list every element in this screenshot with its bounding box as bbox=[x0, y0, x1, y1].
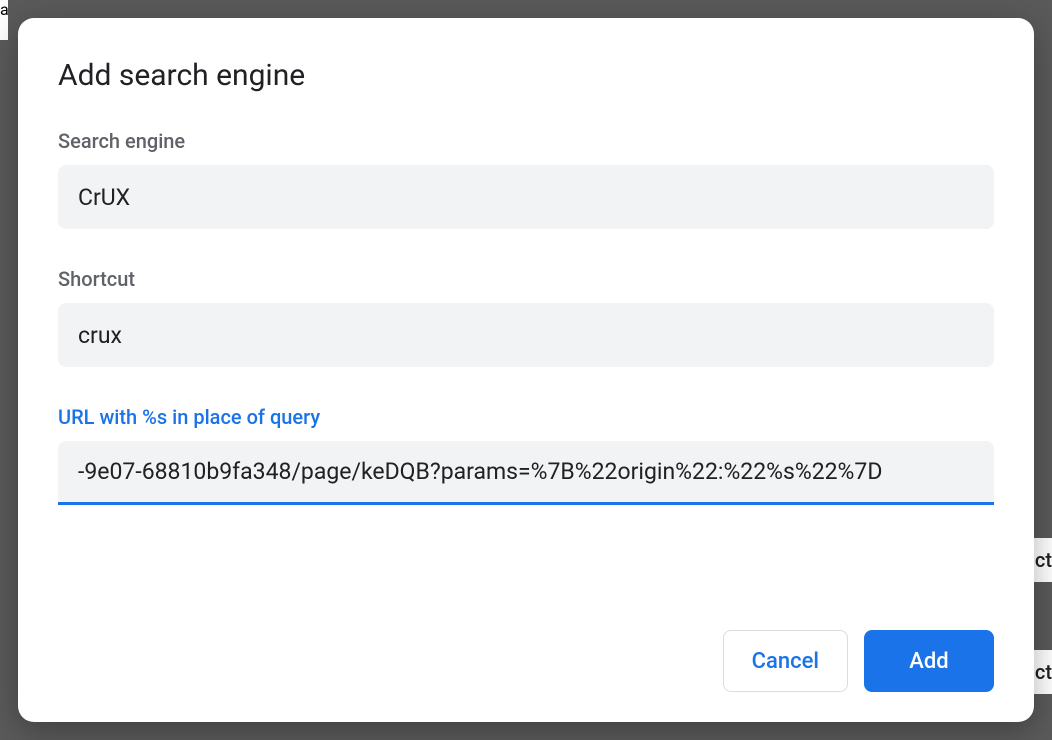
url-label: URL with %s in place of query bbox=[58, 405, 994, 429]
search-engine-label: Search engine bbox=[58, 129, 994, 153]
shortcut-label: Shortcut bbox=[58, 267, 994, 291]
search-engine-field-group: Search engine bbox=[58, 129, 994, 229]
dialog-title: Add search engine bbox=[58, 58, 994, 93]
url-input[interactable] bbox=[58, 441, 994, 505]
search-engine-input[interactable] bbox=[58, 165, 994, 229]
add-search-engine-dialog: Add search engine Search engine Shortcut… bbox=[18, 18, 1034, 722]
url-field-group: URL with %s in place of query bbox=[58, 405, 994, 505]
dialog-button-row: Cancel Add bbox=[58, 630, 994, 692]
shortcut-field-group: Shortcut bbox=[58, 267, 994, 367]
shortcut-input[interactable] bbox=[58, 303, 994, 367]
background-fragment: a bbox=[0, 0, 8, 40]
cancel-button[interactable]: Cancel bbox=[723, 630, 848, 692]
dialog-spacer bbox=[58, 543, 994, 610]
add-button[interactable]: Add bbox=[864, 630, 994, 692]
